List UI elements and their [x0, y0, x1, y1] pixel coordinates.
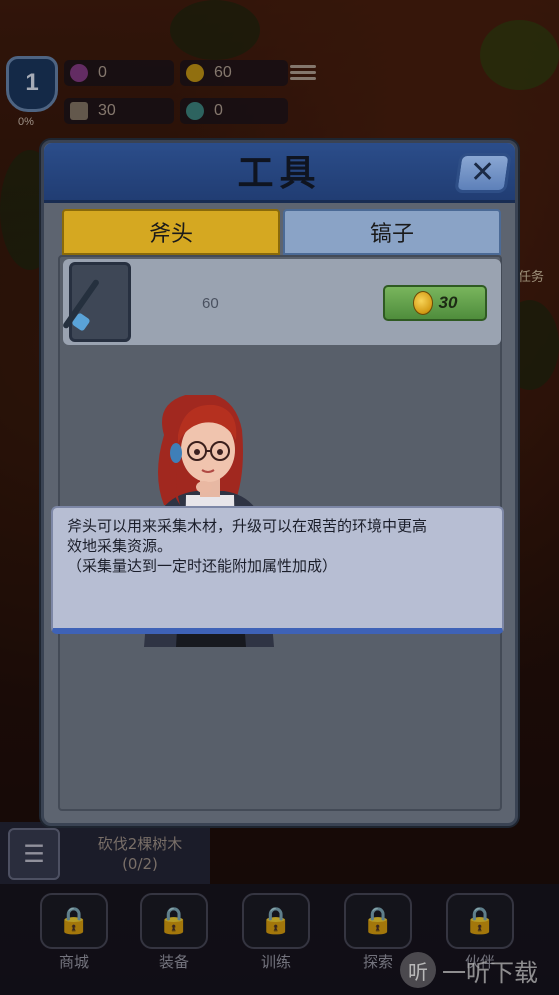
modal-title: 工具 — [237, 153, 322, 194]
close-icon: ✕ — [470, 155, 496, 190]
description-line-3: （采集量达到一定时还能附加属性加成） — [67, 557, 338, 575]
tab-pickaxe[interactable]: 镐子 — [283, 209, 501, 255]
tool-modal: 工具 ✕ 斧头 镐子 60 30 斧头可以用来采集木材，升级可以在艰苦的环境中更… — [41, 140, 518, 826]
close-button[interactable]: ✕ — [454, 153, 512, 193]
tab-pickaxe-label: 镐子 — [369, 222, 414, 247]
tool-progress-value: 60 — [202, 295, 219, 312]
modal-header: 工具 ✕ — [44, 143, 515, 203]
description-line-2: 效地采集资源。 — [67, 537, 173, 555]
tool-description: 斧头可以用来采集木材，升级可以在艰苦的环境中更高 效地采集资源。 （采集量达到一… — [51, 506, 504, 634]
upgrade-button[interactable]: 30 — [383, 285, 487, 321]
tab-axe[interactable]: 斧头 — [62, 209, 280, 255]
upgrade-cost: 30 — [438, 293, 458, 312]
description-line-1: 斧头可以用来采集木材，升级可以在艰苦的环境中更高 — [67, 517, 428, 535]
coin-icon — [412, 291, 433, 315]
tab-axe-label: 斧头 — [148, 222, 193, 247]
